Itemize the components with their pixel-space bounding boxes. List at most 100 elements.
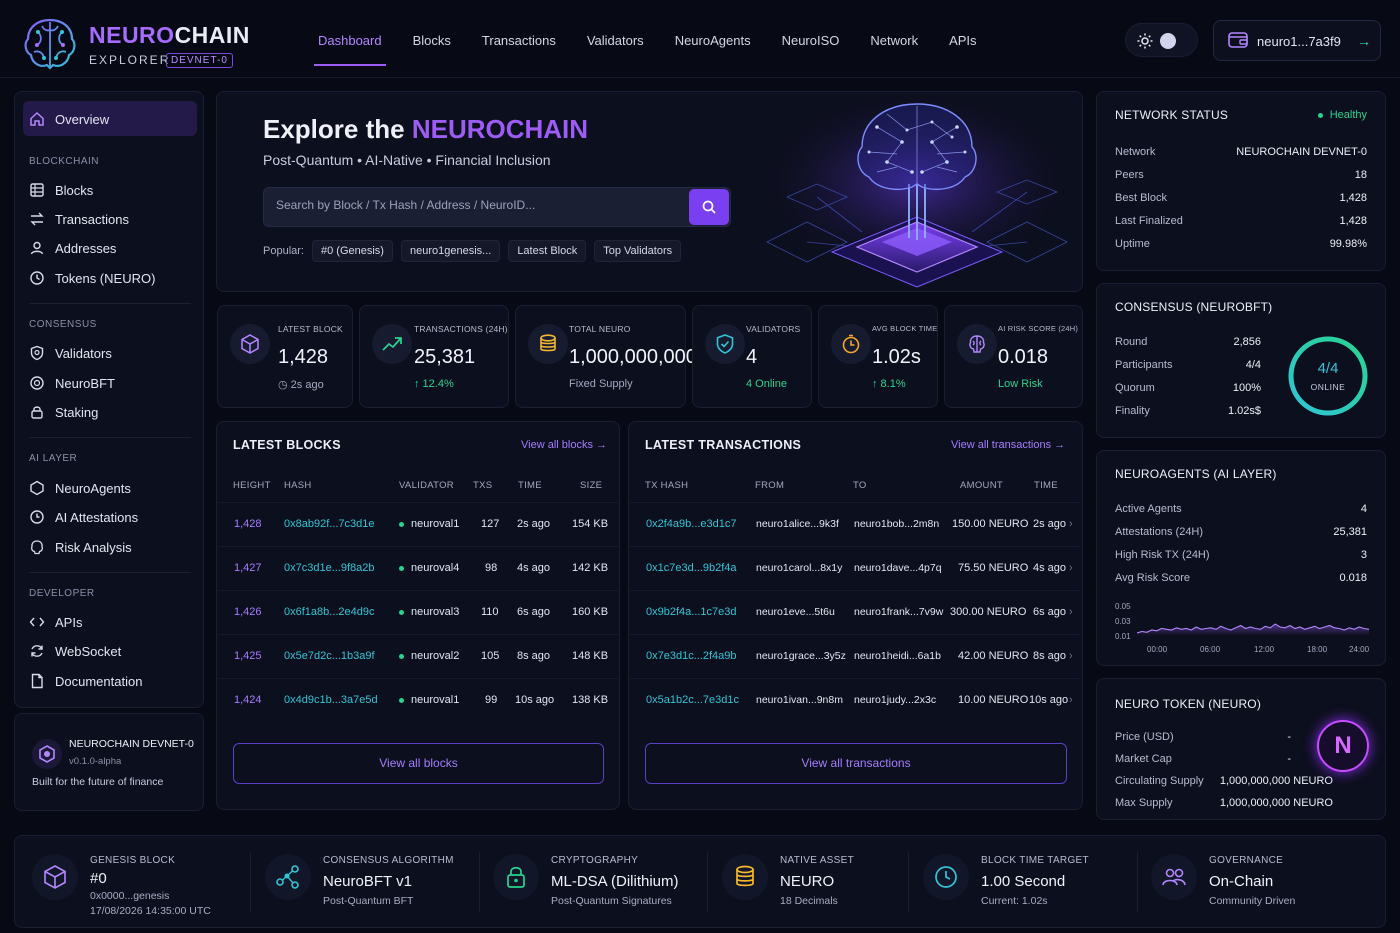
tx-to[interactable]: neuro1frank...7v9w <box>854 606 943 618</box>
popular-chip-genesis-address[interactable]: neuro1genesis... <box>400 240 501 262</box>
sidebar-item-risk-analysis[interactable]: Risk Analysis <box>29 537 132 557</box>
tx-from[interactable]: neuro1ivan...9n8m <box>756 694 843 706</box>
block-height[interactable]: 1,428 <box>234 518 262 530</box>
sidebar-overview-row[interactable]: Overview <box>29 109 109 129</box>
sidebar-item-apis[interactable]: APIs <box>29 612 82 632</box>
sidebar-item-websocket[interactable]: WebSocket <box>29 641 121 661</box>
info-sub: 18 Decimals <box>780 895 838 907</box>
brain-logo-icon[interactable] <box>20 14 80 74</box>
popular-chip-genesis[interactable]: #0 (Genesis) <box>311 240 393 262</box>
tx-hash[interactable]: 0x1c7e3d...9b2f4a <box>646 562 737 574</box>
tx-to[interactable]: neuro1heidi...6a1b <box>854 650 941 662</box>
kv-value: 3 <box>1360 549 1367 561</box>
block-height[interactable]: 1,426 <box>234 606 262 618</box>
table-row[interactable]: 1,426 0x6f1a8b...2e4d9c neuroval3 110 6s… <box>218 590 618 634</box>
table-row[interactable]: 0x5a1b2c...7e3d1c neuro1ivan...9n8m neur… <box>630 678 1081 722</box>
table-row[interactable]: 1,424 0x4d9c1b...3a7e5d neuroval1 99 10s… <box>218 678 618 722</box>
chevron-right-icon[interactable]: › <box>1069 606 1073 618</box>
tx-to[interactable]: neuro1dave...4p7q <box>854 562 942 574</box>
block-hash[interactable]: 0x5e7d2c...1b3a9f <box>284 650 375 662</box>
block-hash[interactable]: 0x7c3d1e...9f8a2b <box>284 562 375 574</box>
sidebar-item-tokens[interactable]: Tokens (NEURO) <box>29 268 155 288</box>
hero-section: Explore the NEUROCHAIN Post-Quantum • AI… <box>216 91 1083 292</box>
nav-dashboard[interactable]: Dashboard <box>314 26 386 66</box>
validator-name: neuroval1 <box>411 694 460 706</box>
sidebar-item-blocks[interactable]: Blocks <box>29 180 93 200</box>
stat-transactions-24h[interactable]: TRANSACTIONS (24H) 25,381 ↑ 12.4% <box>359 305 509 408</box>
table-row[interactable]: 1,428 0x8ab92f...7c3d1e neuroval1 127 2s… <box>218 502 618 546</box>
col-header-amount: AMOUNT <box>960 480 1003 491</box>
tx-hash[interactable]: 0x9b2f4a...1c7e3d <box>646 606 737 618</box>
nav-neuroagents[interactable]: NeuroAgents <box>675 26 751 56</box>
view-all-blocks-link[interactable]: View all blocks → <box>521 439 607 451</box>
stat-sub: ↑ 8.1% <box>872 378 906 390</box>
stat-total-neuro[interactable]: TOTAL NEURO 1,000,000,000 Fixed Supply <box>515 305 697 408</box>
sidebar-item-documentation[interactable]: Documentation <box>29 671 142 691</box>
search-button[interactable] <box>689 189 729 225</box>
network-node-icon <box>30 376 44 390</box>
view-all-transactions-link[interactable]: View all transactions → <box>951 439 1065 451</box>
document-icon <box>31 673 43 689</box>
theme-toggle[interactable] <box>1125 23 1198 57</box>
ring-label: ONLINE <box>1310 382 1346 392</box>
tx-from[interactable]: neuro1carol...8x1y <box>756 562 842 574</box>
stat-ai-risk-score[interactable]: AI RISK SCORE (24H) 0.018 Low Risk <box>944 305 1083 408</box>
table-row[interactable]: 0x2f4a9b...e3d1c7 neuro1alice...9k3f neu… <box>630 502 1081 546</box>
table-row[interactable]: 1,425 0x5e7d2c...1b3a9f neuroval2 105 8s… <box>218 634 618 678</box>
shield-check-icon <box>705 324 745 364</box>
chevron-right-icon[interactable]: › <box>1069 650 1073 662</box>
sidebar-item-transactions[interactable]: Transactions <box>29 209 129 229</box>
table-row[interactable]: 1,427 0x7c3d1e...9f8a2b neuroval4 98 4s … <box>218 546 618 590</box>
sidebar-item-neuroagents[interactable]: NeuroAgents <box>29 478 131 498</box>
popular-chip-top-validators[interactable]: Top Validators <box>594 240 682 262</box>
tx-to[interactable]: neuro1bob...2m8n <box>854 518 939 530</box>
nav-transactions[interactable]: Transactions <box>482 26 556 56</box>
block-height[interactable]: 1,425 <box>234 650 262 662</box>
nav-apis[interactable]: APIs <box>949 26 976 56</box>
sidebar-item-validators[interactable]: Validators <box>29 343 112 363</box>
block-height[interactable]: 1,427 <box>234 562 262 574</box>
tx-from[interactable]: neuro1alice...9k3f <box>756 518 839 530</box>
stat-validators[interactable]: VALIDATORS 4 4 Online <box>692 305 812 408</box>
tx-from[interactable]: neuro1grace...3y5z <box>756 650 846 662</box>
chevron-right-icon[interactable]: › <box>1069 562 1073 574</box>
table-row[interactable]: 0x7e3d1c...2f4a9b neuro1grace...3y5z neu… <box>630 634 1081 678</box>
kv-key: Best Block <box>1115 192 1167 204</box>
view-all-transactions-button[interactable]: View all transactions <box>645 743 1067 784</box>
nav-network[interactable]: Network <box>870 26 918 56</box>
neuro-token-logo-icon: N <box>1317 720 1369 772</box>
block-validator: neuroval1 <box>399 518 459 530</box>
block-height[interactable]: 1,424 <box>234 694 262 706</box>
nav-neuroiso[interactable]: NeuroISO <box>782 26 840 56</box>
sidebar-item-neurobft[interactable]: NeuroBFT <box>29 373 115 393</box>
chevron-right-icon[interactable]: › <box>1069 518 1073 530</box>
devnet-version: v0.1.0-alpha <box>69 756 122 767</box>
block-hash[interactable]: 0x8ab92f...7c3d1e <box>284 518 375 530</box>
stat-label: AI RISK SCORE (24H) <box>998 324 1079 333</box>
info-label: CRYPTOGRAPHY <box>551 855 639 866</box>
block-hash[interactable]: 0x4d9c1b...3a7e5d <box>284 694 378 706</box>
stat-avg-block-time[interactable]: AVG BLOCK TIME 1.02s ↑ 8.1% <box>818 305 938 408</box>
view-all-blocks-button[interactable]: View all blocks <box>233 743 604 784</box>
block-hash[interactable]: 0x6f1a8b...2e4d9c <box>284 606 375 618</box>
tx-hash[interactable]: 0x5a1b2c...7e3d1c <box>646 694 739 706</box>
table-row[interactable]: 0x1c7e3d...9b2f4a neuro1carol...8x1y neu… <box>630 546 1081 590</box>
tx-hash[interactable]: 0x7e3d1c...2f4a9b <box>646 650 737 662</box>
popular-chip-latest-block[interactable]: Latest Block <box>508 240 587 262</box>
tx-hash[interactable]: 0x2f4a9b...e3d1c7 <box>646 518 737 530</box>
nav-validators[interactable]: Validators <box>587 26 644 56</box>
search-input[interactable] <box>276 198 676 212</box>
nav-blocks[interactable]: Blocks <box>413 26 451 56</box>
col-header-txs: TXS <box>473 480 493 491</box>
tx-from[interactable]: neuro1eve...5t6u <box>756 606 835 618</box>
wallet-button[interactable]: neuro1...7a3f9 → <box>1213 20 1381 61</box>
chevron-right-icon[interactable]: › <box>1069 694 1073 706</box>
sidebar-item-addresses[interactable]: Addresses <box>29 238 116 258</box>
sidebar-item-staking[interactable]: Staking <box>29 402 98 422</box>
tx-to[interactable]: neuro1judy...2x3c <box>854 694 936 706</box>
stat-latest-block[interactable]: LATEST BLOCK 1,428 ◷ 2s ago <box>217 305 353 408</box>
brand-name[interactable]: NEUROCHAIN <box>89 22 250 49</box>
table-row[interactable]: 0x9b2f4a...1c7e3d neuro1eve...5t6u neuro… <box>630 590 1081 634</box>
sidebar-item-ai-attestations[interactable]: AI Attestations <box>29 507 138 527</box>
kv-key: Finality <box>1115 405 1150 417</box>
